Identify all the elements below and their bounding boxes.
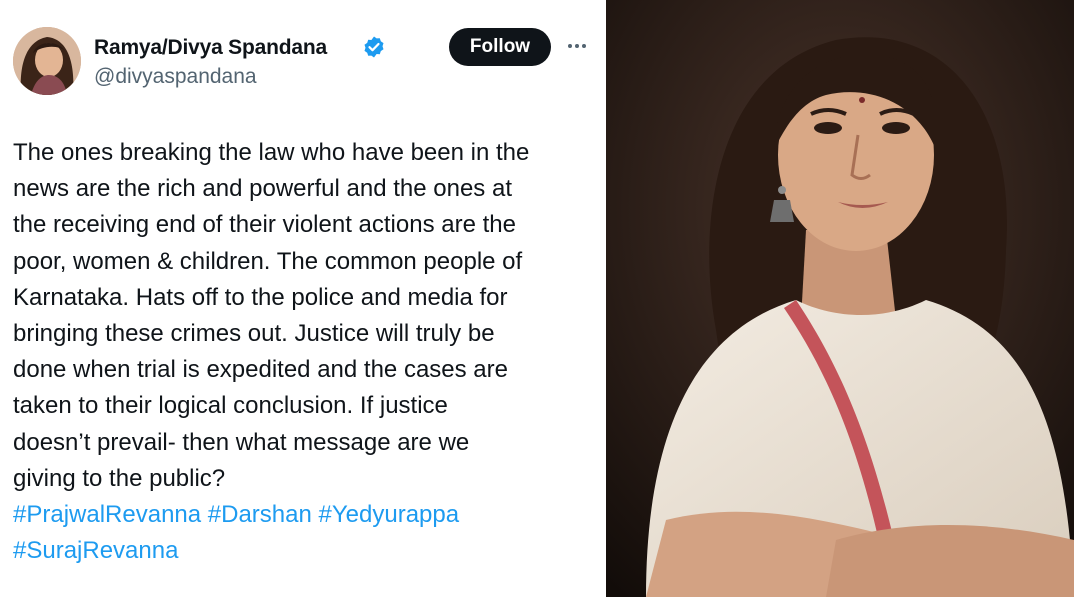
tweet-text-line: poor, women & children. The common peopl… bbox=[13, 247, 523, 275]
tweet-card: Ramya/Divya Spandana @divyaspandana Foll… bbox=[0, 0, 600, 597]
tweet-text-line: the receiving end of their violent actio… bbox=[13, 211, 516, 239]
tweet-text-line: The ones breaking the law who have been … bbox=[13, 139, 530, 166]
hashtag-line: #SurajRevanna bbox=[13, 533, 598, 569]
hashtag-link[interactable]: #Darshan bbox=[208, 501, 312, 528]
hashtag-link[interactable]: #Yedyurappa bbox=[319, 501, 460, 528]
dot bbox=[568, 44, 572, 48]
tweet-text-line: doesn’t prevail- then what message are w… bbox=[13, 428, 470, 456]
portrait-photo bbox=[606, 0, 1074, 597]
dot bbox=[575, 44, 579, 48]
follow-button[interactable]: Follow bbox=[449, 28, 551, 66]
more-horizontal-icon[interactable] bbox=[563, 36, 591, 56]
avatar-photo bbox=[13, 27, 81, 95]
hashtag-line: #PrajwalRevanna #Darshan #Yedyurappa bbox=[13, 497, 598, 533]
tweet-text-line: giving to the public? bbox=[13, 464, 226, 492]
portrait-illustration bbox=[606, 0, 1074, 597]
verified-badge-icon bbox=[364, 36, 384, 58]
hashtag-link[interactable]: #PrajwalRevanna bbox=[13, 501, 201, 528]
dot bbox=[582, 44, 586, 48]
tweet-text-line: Karnataka. Hats off to the police and me… bbox=[13, 283, 508, 311]
hashtag-link[interactable]: #SurajRevanna bbox=[13, 537, 178, 564]
author-handle[interactable]: @divyaspandana bbox=[94, 65, 257, 89]
tweet-text-line: news are the rich and powerful and the o… bbox=[13, 175, 512, 203]
tweet-text-line: done when trial is expedited and the cas… bbox=[13, 356, 508, 384]
author-display-name[interactable]: Ramya/Divya Spandana bbox=[94, 36, 327, 60]
tweet-body: The ones breaking the law who have been … bbox=[13, 135, 598, 569]
tweet-text-line: bringing these crimes out. Justice will … bbox=[13, 319, 495, 347]
tweet-text-line: taken to their logical conclusion. If ju… bbox=[13, 392, 448, 420]
author-avatar[interactable] bbox=[13, 27, 81, 95]
